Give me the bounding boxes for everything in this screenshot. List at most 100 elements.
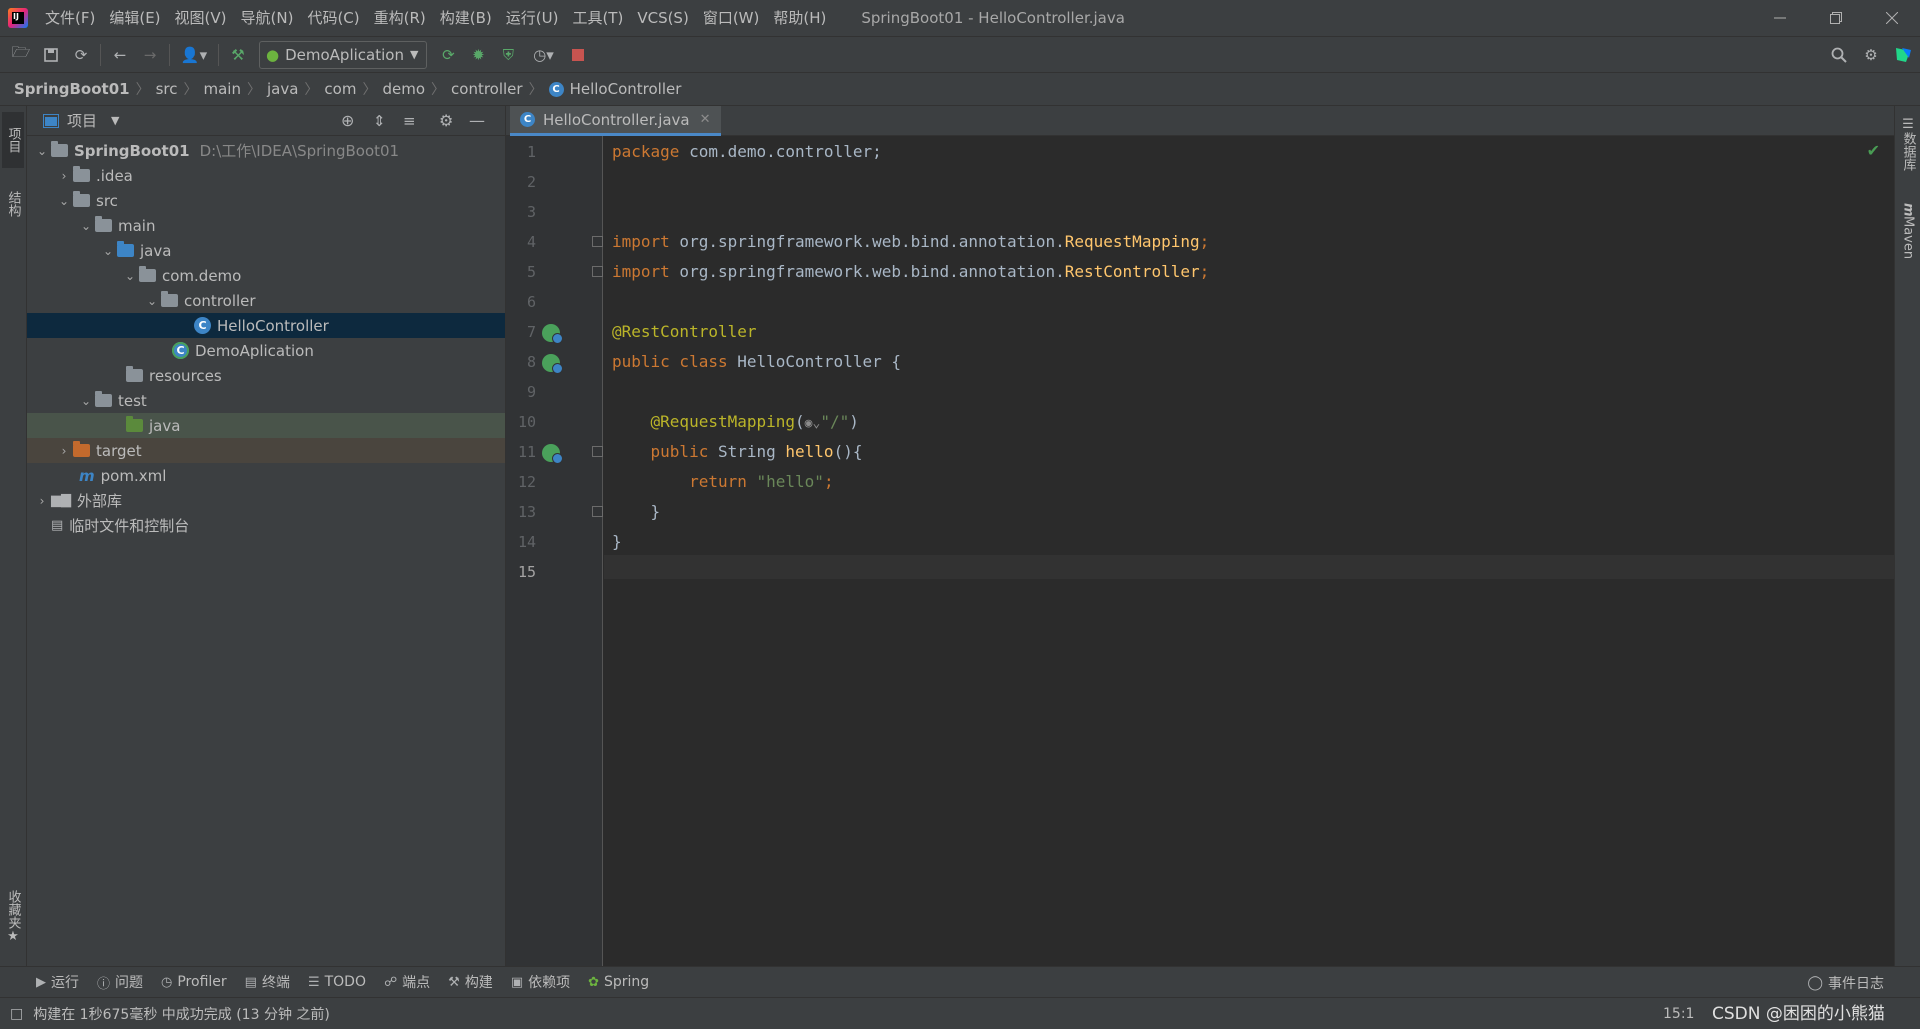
fold-marker-icon[interactable] [592, 446, 603, 457]
open-button[interactable]: 🗁 [6, 41, 36, 69]
menu-refactor[interactable]: 重构(R) [367, 0, 433, 36]
menu-tools[interactable]: 工具(T) [565, 0, 630, 36]
fold-marker-icon[interactable] [592, 506, 603, 517]
code-editor[interactable]: 1 2 3 4 5 6 7 8 9 10 11 12 13 14 15 pack… [506, 136, 1894, 966]
menu-edit[interactable]: 编辑(E) [102, 0, 167, 36]
tree-item-com-demo[interactable]: ⌄ com.demo [27, 263, 505, 288]
tree-item-scratches[interactable]: ▤ 临时文件和控制台 [27, 513, 505, 538]
tool-problems[interactable]: ⓘ 问题 [97, 972, 143, 992]
tab-favorites[interactable]: 收藏夹 ★ [2, 886, 24, 948]
restore-button[interactable] [1808, 0, 1864, 36]
menu-file[interactable]: 文件(F) [38, 0, 102, 36]
bean-gutter-icon[interactable] [542, 324, 563, 344]
crumb-demo[interactable]: demo [382, 80, 425, 98]
fold-marker-icon[interactable] [592, 266, 603, 277]
spring-bean-navigate-icon[interactable] [542, 354, 563, 374]
chevron-down-icon[interactable]: ⌄ [99, 244, 117, 258]
save-all-button[interactable] [36, 41, 66, 69]
chevron-right-icon[interactable]: › [55, 444, 73, 458]
tab-maven[interactable]: m Maven [1897, 196, 1919, 266]
tool-run[interactable]: ▶ 运行 [36, 972, 79, 992]
tree-item-java[interactable]: ⌄ java [27, 238, 505, 263]
tab-project[interactable]: 项目 [2, 112, 24, 168]
status-message[interactable]: 构建在 1秒675毫秒 中成功完成 (13 分钟 之前) [33, 1004, 330, 1024]
build-button[interactable]: ⚒ [223, 41, 253, 69]
menu-navigate[interactable]: 导航(N) [234, 0, 301, 36]
tree-item-external-libraries[interactable]: › ▆▇ 外部库 [27, 488, 505, 513]
crumb-hello-controller[interactable]: HelloController [570, 80, 682, 98]
account-button[interactable]: 👤▾ [174, 41, 214, 69]
tree-item-target[interactable]: › target [27, 438, 505, 463]
menu-build[interactable]: 构建(B) [433, 0, 499, 36]
globe-icon[interactable]: ◉⌄ [805, 416, 821, 431]
menu-window[interactable]: 窗口(W) [696, 0, 767, 36]
editor-tab-hello-controller[interactable]: C HelloController.java ✕ [510, 106, 721, 136]
crumb-com[interactable]: com [324, 80, 356, 98]
chevron-right-icon[interactable]: › [55, 169, 73, 183]
project-panel-title[interactable]: 项目 [67, 110, 97, 131]
rerun-button[interactable]: ⟳ [433, 41, 463, 69]
tool-endpoints[interactable]: ☍ 端点 [384, 972, 430, 992]
chevron-down-icon[interactable]: ⌄ [55, 194, 73, 208]
chevron-down-icon[interactable]: ⌄ [33, 144, 51, 158]
tree-item-hello-controller[interactable]: C HelloController [27, 313, 505, 338]
select-opened-file-icon[interactable]: ⊕ [341, 111, 354, 130]
tree-item-main[interactable]: ⌄ main [27, 213, 505, 238]
sync-button[interactable]: ⟳ [66, 41, 96, 69]
tree-item-resources[interactable]: resources [27, 363, 505, 388]
run-configuration-selector[interactable]: ● DemoAplication ▼ [259, 40, 428, 69]
tool-profiler[interactable]: ◷ Profiler [161, 974, 227, 990]
menu-vcs[interactable]: VCS(S) [630, 0, 695, 36]
menu-view[interactable]: 视图(V) [168, 0, 234, 36]
settings-button[interactable]: ⚙ [1856, 41, 1886, 69]
tree-item-test[interactable]: ⌄ test [27, 388, 505, 413]
tool-todo[interactable]: ☰ TODO [308, 974, 366, 990]
fold-marker-icon[interactable] [592, 236, 603, 247]
hide-panel-icon[interactable]: — [469, 111, 485, 130]
tab-structure[interactable]: 结构 [2, 176, 24, 232]
debug-button[interactable]: ✹ [463, 41, 493, 69]
menu-help[interactable]: 帮助(H) [766, 0, 833, 36]
crumb-main[interactable]: main [204, 80, 241, 98]
forward-button[interactable]: → [135, 41, 165, 69]
caret-position[interactable]: 15:1 [1663, 998, 1694, 1029]
expand-all-icon[interactable]: ⇕ [373, 112, 386, 130]
coverage-button[interactable]: ⛨ [493, 41, 523, 69]
menu-code[interactable]: 代码(C) [300, 0, 366, 36]
profiler-button[interactable]: ◷▾ [523, 41, 563, 69]
crumb-src[interactable]: src [156, 80, 178, 98]
chevron-down-icon[interactable]: ▼ [111, 114, 119, 127]
chevron-right-icon[interactable]: › [33, 494, 51, 508]
tool-terminal[interactable]: ▤ 终端 [245, 972, 290, 992]
menu-run[interactable]: 运行(U) [499, 0, 566, 36]
tree-item-test-java[interactable]: java [27, 413, 505, 438]
search-everywhere-button[interactable] [1824, 41, 1854, 69]
toggle-tool-windows-icon[interactable]: □ [10, 1006, 23, 1022]
minimize-button[interactable] [1752, 0, 1808, 36]
tree-item-idea[interactable]: › .idea [27, 163, 505, 188]
tree-item-src[interactable]: ⌄ src [27, 188, 505, 213]
crumb-project[interactable]: SpringBoot01 [14, 80, 130, 98]
tool-event-log[interactable]: ◯ 事件日志 [1807, 967, 1884, 998]
close-icon[interactable]: ✕ [700, 112, 711, 127]
crumb-controller[interactable]: controller [451, 80, 523, 98]
jetbrains-toolbox-button[interactable] [1888, 41, 1918, 69]
chevron-down-icon[interactable]: ⌄ [121, 269, 139, 283]
tree-item-pom[interactable]: m pom.xml [27, 463, 505, 488]
stop-button[interactable] [563, 41, 593, 69]
tab-database[interactable]: ☰ 数据库 [1897, 114, 1919, 174]
close-window-button[interactable] [1864, 0, 1920, 36]
tool-spring[interactable]: ✿ Spring [588, 974, 649, 990]
chevron-down-icon[interactable]: ⌄ [77, 219, 95, 233]
collapse-all-icon[interactable]: ≡ [403, 112, 416, 130]
tool-build[interactable]: ⚒ 构建 [448, 972, 493, 992]
endpoint-gutter-icon[interactable] [542, 444, 563, 464]
gear-icon[interactable]: ⚙ [439, 111, 453, 130]
tree-item-controller[interactable]: ⌄ controller [27, 288, 505, 313]
tree-item-springboot01[interactable]: ⌄ SpringBoot01 D:\工作\IDEA\SpringBoot01 [27, 138, 505, 163]
chevron-down-icon[interactable]: ⌄ [143, 294, 161, 308]
tool-dependencies[interactable]: ▣ 依赖项 [511, 972, 570, 992]
tree-item-demo-aplication[interactable]: C DemoAplication [27, 338, 505, 363]
chevron-down-icon[interactable]: ⌄ [77, 394, 95, 408]
back-button[interactable]: ← [105, 41, 135, 69]
